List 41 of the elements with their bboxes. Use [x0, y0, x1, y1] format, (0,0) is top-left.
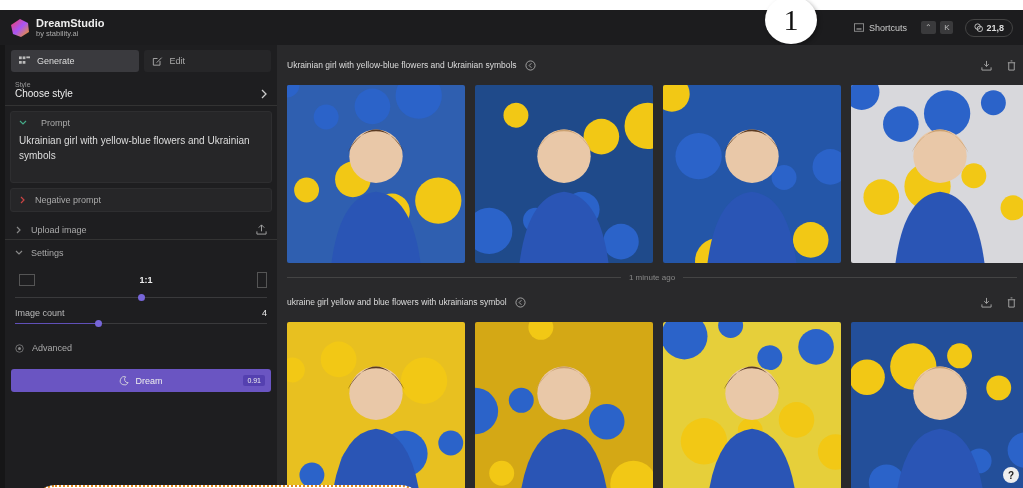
settings-header[interactable]: Settings: [15, 240, 267, 264]
advanced-toggle[interactable]: Advanced: [15, 329, 267, 363]
coins-icon: [974, 23, 984, 32]
download-icon[interactable]: [981, 59, 992, 71]
reuse-icon[interactable]: [514, 296, 526, 308]
upload-image-label: Upload image: [31, 224, 88, 235]
prompt-text[interactable]: Ukrainian girl with yellow-blue flowers and Ukrainian symbols: [19, 133, 263, 163]
negative-prompt-label: Negative prompt: [35, 195, 102, 205]
style-value: Choose style: [15, 88, 74, 99]
settings-label: Settings: [31, 248, 64, 258]
logo-icon: [10, 17, 30, 38]
time-divider-label: 1 minute ago: [628, 273, 676, 282]
mode-tab[interactable]: Edit: [143, 50, 271, 72]
eye-icon: [15, 343, 24, 353]
landscape-icon: [19, 274, 35, 286]
grid-icon: [19, 56, 30, 66]
advanced-label: Advanced: [32, 343, 73, 353]
key-cap: ⌃: [921, 21, 937, 34]
app-name: DreamStudio: [36, 17, 105, 29]
edit-icon: [151, 56, 163, 66]
upload-image-row[interactable]: Upload image: [5, 216, 277, 240]
trash-icon[interactable]: [1006, 296, 1017, 308]
portrait-icon: [257, 272, 267, 288]
generation-prompt: Ukrainian girl with yellow-blue flowers and Ukrainian symbols: [287, 60, 517, 70]
chevron-right-icon: [261, 88, 267, 99]
keyboard-icon: [854, 23, 865, 32]
negative-prompt-panel[interactable]: Negative prompt: [10, 188, 272, 212]
callout-number: 1: [765, 0, 817, 44]
trash-icon[interactable]: [1006, 59, 1017, 71]
reuse-icon[interactable]: [524, 59, 536, 71]
aspect-ratio-value: 1:1: [139, 275, 153, 285]
mode-tab[interactable]: Generate: [11, 50, 139, 72]
shortcuts-button[interactable]: Shortcuts: [848, 21, 914, 34]
key-cap: K: [940, 21, 954, 34]
image-count-value: 4: [262, 308, 267, 318]
image-count-label: Image count: [15, 308, 66, 318]
prompt-label: Prompt: [41, 118, 70, 128]
upload-icon: [256, 224, 267, 235]
download-icon[interactable]: [981, 296, 992, 308]
generation-prompt: ukraine girl yellow and blue flowers with ukrainians symbol: [287, 297, 507, 307]
moon-icon: [119, 375, 130, 386]
